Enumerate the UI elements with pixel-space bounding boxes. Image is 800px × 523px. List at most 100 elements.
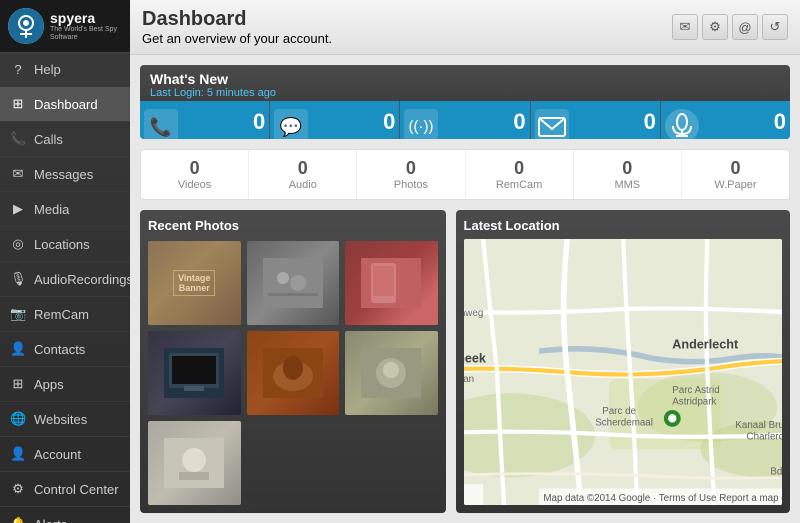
- calls-icon: 📞: [10, 131, 26, 147]
- sidebar-label-websites: Websites: [34, 412, 87, 427]
- apps-icon: ⊞: [10, 376, 26, 392]
- header-text: Dashboard Get an overview of your accoun…: [142, 8, 332, 46]
- photo-thumb-5[interactable]: [247, 331, 340, 415]
- photo-thumb-2[interactable]: [247, 241, 340, 325]
- photo-thumb-1[interactable]: VintageBanner: [148, 241, 241, 325]
- contacts-icon: 👤: [10, 341, 26, 357]
- sidebar-item-websites[interactable]: 🌐 Websites: [0, 402, 130, 437]
- media-stats-row: 0 Videos 0 Audio 0 Photos 0 RemCam 0 MMS…: [140, 149, 790, 200]
- media-mms: 0 MMS: [574, 150, 682, 199]
- account-icon: 👤: [10, 446, 26, 462]
- emails-stat-icon: [535, 109, 569, 139]
- sidebar-label-remcam: RemCam: [34, 307, 89, 322]
- media-wpaper: 0 W.Paper: [682, 150, 789, 199]
- svg-text:Astridpark: Astridpark: [672, 396, 716, 407]
- sidebar: spyera The World's Best Spy Software ? H…: [0, 0, 130, 523]
- logo-area: spyera The World's Best Spy Software: [0, 0, 130, 53]
- media-audio: 0 Audio: [249, 150, 357, 199]
- photo-thumb-6[interactable]: [345, 331, 438, 415]
- sidebar-item-controlcenter[interactable]: ⚙ Control Center: [0, 472, 130, 507]
- stat-sms: 💬 0 SMS VIEW MORE: [270, 101, 400, 139]
- remcam-count: 0: [470, 158, 569, 179]
- page-title: Dashboard: [142, 8, 332, 31]
- sidebar-label-apps: Apps: [34, 377, 64, 392]
- stats-row: 📞 0 Calls VIEW MORE 💬 0 SMS: [140, 101, 790, 139]
- svg-text:Bd Pansaert: Bd Pansaert: [770, 466, 782, 477]
- wpaper-count: 0: [686, 158, 785, 179]
- svg-text:Scherdemaal: Scherdemaal: [595, 417, 653, 428]
- sidebar-label-calls: Calls: [34, 132, 63, 147]
- svg-text:Anderlecht: Anderlecht: [672, 337, 739, 351]
- ambient-count: 0: [774, 109, 786, 135]
- remcam-icon: 📷: [10, 306, 26, 322]
- bottom-panels: Recent Photos VintageBanner: [140, 210, 790, 513]
- sidebar-label-locations: Locations: [34, 237, 90, 252]
- photos-count: 0: [361, 158, 460, 179]
- sidebar-label-alerts: Alerts: [34, 517, 67, 523]
- stat-emails: 0 Emails VIEW MORE: [531, 101, 661, 139]
- alerts-count: 0: [513, 109, 525, 135]
- messages-icon: ✉: [10, 166, 26, 182]
- sidebar-item-contacts[interactable]: 👤 Contacts: [0, 332, 130, 367]
- recent-photos-title: Recent Photos: [148, 218, 438, 233]
- main-area: Dashboard Get an overview of your accoun…: [130, 0, 800, 523]
- sidebar-item-media[interactable]: ▶ Media: [0, 192, 130, 227]
- sidebar-item-apps[interactable]: ⊞ Apps: [0, 367, 130, 402]
- svg-text:Dilbeek: Dilbeek: [464, 351, 487, 365]
- whats-new-title: What's New: [150, 71, 780, 87]
- videos-count: 0: [145, 158, 244, 179]
- photo-thumb-4[interactable]: [148, 331, 241, 415]
- sidebar-label-dashboard: Dashboard: [34, 97, 98, 112]
- sidebar-item-account[interactable]: 👤 Account: [0, 437, 130, 472]
- header-toolbar: ✉ ⚙ @ ↺: [672, 14, 788, 40]
- stat-alerts: ((·)) 0 Alerts VIEW MORE: [400, 101, 530, 139]
- sidebar-label-messages: Messages: [34, 167, 93, 182]
- svg-text:-terbeeksebaan: -terbeeksebaan: [464, 374, 474, 385]
- sidebar-item-alerts[interactable]: 🔔 Alerts: [0, 507, 130, 523]
- sms-count: 0: [383, 109, 395, 135]
- sidebar-item-dashboard[interactable]: ⊞ Dashboard: [0, 87, 130, 122]
- map-container[interactable]: Dilbeek Anderlecht Ninoofsteenweg -terbe…: [464, 239, 782, 505]
- content-area: What's New Last Login: 5 minutes ago 📞 0…: [130, 55, 800, 523]
- whats-new-panel: What's New Last Login: 5 minutes ago 📞 0…: [140, 65, 790, 139]
- email-button[interactable]: ✉: [672, 14, 698, 40]
- help-icon: ?: [10, 62, 26, 77]
- photo-thumb-3[interactable]: [345, 241, 438, 325]
- sidebar-label-contacts: Contacts: [34, 342, 85, 357]
- sidebar-item-messages[interactable]: ✉ Messages: [0, 157, 130, 192]
- audio-label: Audio: [253, 179, 352, 191]
- photo-thumb-7[interactable]: [148, 421, 241, 505]
- sidebar-item-locations[interactable]: ◎ Locations: [0, 227, 130, 262]
- stat-ambient: 0 Ambient VIEW MORE: [661, 101, 790, 139]
- svg-text:Map data ©2014 Google · Terms: Map data ©2014 Google · Terms of Use Rep…: [543, 493, 782, 504]
- svg-text:💬: 💬: [280, 116, 302, 137]
- settings-button[interactable]: ⚙: [702, 14, 728, 40]
- audio-count: 0: [253, 158, 352, 179]
- sidebar-item-help[interactable]: ? Help: [0, 53, 130, 87]
- svg-text:Parc de: Parc de: [602, 406, 636, 417]
- logo-text: spyera: [50, 11, 122, 26]
- account-button[interactable]: @: [732, 14, 758, 40]
- sidebar-label-help: Help: [34, 62, 61, 77]
- calls-count: 0: [253, 109, 265, 135]
- svg-text:Parc Astrid: Parc Astrid: [672, 385, 719, 396]
- sms-stat-icon: 💬: [274, 109, 308, 139]
- controlcenter-icon: ⚙: [10, 481, 26, 497]
- svg-text:Kanaal Brussel: Kanaal Brussel: [735, 420, 782, 431]
- sidebar-item-remcam[interactable]: 📷 RemCam: [0, 297, 130, 332]
- svg-text:((·)): ((·)): [409, 118, 434, 135]
- whats-new-header: What's New Last Login: 5 minutes ago: [140, 65, 790, 101]
- dashboard-icon: ⊞: [10, 96, 26, 112]
- sidebar-item-audiorecordings[interactable]: 🎙 AudioRecordings: [0, 262, 130, 297]
- emails-count: 0: [644, 109, 656, 135]
- sidebar-item-calls[interactable]: 📞 Calls: [0, 122, 130, 157]
- media-icon: ▶: [10, 201, 26, 217]
- sidebar-label-account: Account: [34, 447, 81, 462]
- refresh-button[interactable]: ↺: [762, 14, 788, 40]
- svg-text:Charleroi: Charleroi: [746, 431, 782, 442]
- logo-tagline: The World's Best Spy Software: [50, 26, 122, 41]
- mms-count: 0: [578, 158, 677, 179]
- header: Dashboard Get an overview of your accoun…: [130, 0, 800, 55]
- websites-icon: 🌐: [10, 411, 26, 427]
- mms-label: MMS: [578, 179, 677, 191]
